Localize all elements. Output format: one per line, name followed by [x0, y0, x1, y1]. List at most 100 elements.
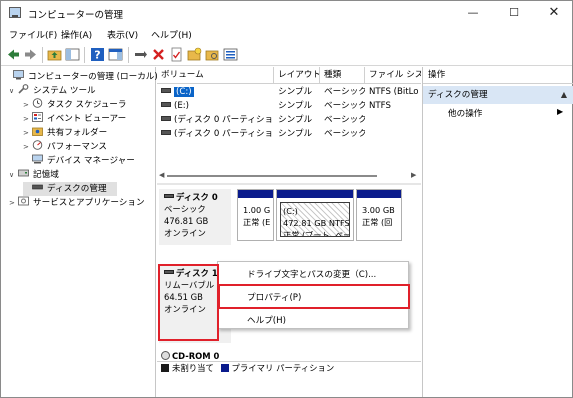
volume-type: ベーシック [324, 129, 365, 139]
delete-icon[interactable] [151, 47, 166, 62]
disk-name: ディスク 0 [176, 192, 218, 202]
disk-legend: 未割り当て プライマリ パーティション [157, 361, 421, 374]
maximize-button[interactable]: ☐ [494, 1, 534, 25]
tree-item-label: タスク スケジューラ [47, 100, 127, 110]
volume-type: ベーシック [324, 101, 365, 111]
services-icon [18, 196, 29, 206]
menu-item-change-drive-letter[interactable]: ドライブ文字とパスの変更（C)... [247, 269, 376, 281]
menu-file[interactable]: ファイル(F) [9, 28, 57, 41]
partition-size: 3.00 GB [362, 205, 395, 215]
tree-item-system-tools[interactable]: ∨ システム ツール [9, 84, 96, 98]
tree-item-label: 共有フォルダー [47, 128, 108, 138]
volume-row[interactable]: (ディスク 0 パーティション 1) シンプル ベーシック [157, 113, 421, 127]
partition-status: 正常 (E [243, 217, 270, 227]
scroll-left-icon[interactable]: ◀ [159, 171, 164, 179]
tree-item-computer-management[interactable]: コンピューターの管理 (ローカル) [4, 70, 158, 84]
up-folder-icon[interactable] [47, 47, 62, 62]
tree-item-device-manager[interactable]: デバイス マネージャー [23, 154, 135, 168]
list-view-icon[interactable] [223, 47, 238, 62]
connect-icon[interactable] [133, 47, 148, 62]
volume-row[interactable]: (E:) シンプル ベーシック NTFS [157, 99, 421, 113]
back-icon[interactable] [6, 47, 21, 62]
actions-header: 操作 [423, 67, 573, 84]
column-file-system[interactable]: ファイル シス [365, 67, 421, 84]
tree-item-label: システム ツール [33, 86, 96, 96]
tree-expander[interactable]: > [9, 196, 18, 210]
horizontal-scrollbar[interactable]: ◀ ▶ [157, 171, 421, 180]
window-title: コンピューターの管理 [28, 10, 124, 21]
menu-action[interactable]: 操作(A) [61, 28, 92, 41]
column-volume[interactable]: ボリューム [157, 67, 274, 84]
device-manager-icon [32, 154, 43, 164]
partition-recovery[interactable]: 3.00 GB 正常 (回 [356, 189, 402, 241]
svg-text:?: ? [94, 49, 100, 62]
tree-expander[interactable]: > [23, 112, 32, 126]
tree-expander[interactable]: ∨ [9, 168, 18, 182]
actions-section-disk-management[interactable]: ディスクの管理 ▲ [423, 86, 573, 104]
show-hide-pane-icon[interactable] [108, 47, 123, 62]
tree-item-services-applications[interactable]: > サービスとアプリケーション [9, 196, 145, 210]
legend-primary: プライマリ パーティション [231, 363, 335, 373]
partition-c[interactable]: (C:) 472.81 GB NTFS 正常 (ブート, ペー [276, 189, 354, 241]
tree-item-shared-folders[interactable]: > 共有フォルダー [23, 126, 107, 140]
tree-expander[interactable]: > [23, 98, 32, 112]
tree-item-event-viewer[interactable]: > イベント ビューアー [23, 112, 126, 126]
collapse-up-icon[interactable]: ▲ [561, 86, 567, 104]
partition-label: (C:) [283, 206, 298, 216]
new-folder-icon[interactable] [187, 47, 202, 62]
console-tree-icon[interactable] [65, 47, 80, 62]
event-viewer-icon [32, 112, 43, 122]
volume-layout: シンプル [278, 129, 313, 139]
partition-efi[interactable]: 1.00 GB 正常 (E [237, 189, 274, 241]
clock-icon [32, 98, 43, 108]
volume-icon [161, 102, 171, 107]
column-layout[interactable]: レイアウト [274, 67, 320, 84]
disk-0-label[interactable]: ディスク 0 ベーシック 476.81 GB オンライン [159, 189, 231, 245]
disk-status: オンライン [164, 228, 206, 238]
check-document-icon[interactable] [169, 47, 184, 62]
menu-item-help[interactable]: ヘルプ(H) [247, 315, 286, 327]
tree-item-performance[interactable]: > パフォーマンス [23, 140, 107, 154]
properties-folder-icon[interactable] [205, 47, 220, 62]
help-icon[interactable]: ? [90, 47, 105, 62]
cdrom-label[interactable]: CD-ROM 0 [161, 351, 219, 361]
submenu-arrow-icon[interactable]: ▶ [557, 107, 563, 116]
disk-size: 476.81 GB [164, 216, 209, 226]
tree-expander[interactable]: ∨ [9, 84, 18, 98]
menu-help[interactable]: ヘルプ(H) [151, 28, 192, 41]
partition-bar [357, 190, 401, 198]
storage-icon [18, 169, 29, 177]
volume-fs: NTFS [369, 101, 391, 111]
menu-view[interactable]: 表示(V) [107, 28, 138, 41]
tree-expander[interactable]: > [23, 126, 32, 140]
tree-item-disk-management[interactable]: ディスクの管理 [23, 182, 117, 196]
forward-icon[interactable] [23, 47, 38, 62]
action-more-actions[interactable]: 他の操作 [448, 107, 482, 119]
minimize-button[interactable]: — [453, 1, 493, 25]
disk-type: ベーシック [164, 204, 206, 214]
legend-swatch-primary [220, 364, 229, 372]
column-type[interactable]: 種類 [320, 67, 365, 84]
volume-row[interactable]: (ディスク 0 パーティション 4) シンプル ベーシック [157, 127, 421, 141]
partition-bar [238, 190, 273, 198]
tree-item-storage[interactable]: ∨ 記憶域 [9, 168, 59, 182]
close-button[interactable]: ✕ [534, 1, 573, 25]
toolbar-separator [84, 47, 85, 63]
disk-management-icon [32, 184, 43, 190]
tree-expander[interactable]: > [23, 140, 32, 154]
tree-item-label: パフォーマンス [47, 142, 107, 152]
shared-folder-icon [32, 127, 43, 136]
scroll-thumb[interactable] [167, 175, 377, 177]
volume-row[interactable]: (C:) シンプル ベーシック NTFS (BitLo [157, 85, 421, 99]
volume-name: (E:) [174, 101, 190, 111]
volume-icon [161, 130, 171, 135]
volume-icon [161, 116, 171, 121]
scroll-right-icon[interactable]: ▶ [411, 171, 416, 179]
partition-status: 正常 (ブート, ペー [283, 230, 350, 237]
actions-pane: 操作 ディスクの管理 ▲ 他の操作 ▶ [422, 67, 573, 397]
tree-item-label: デバイス マネージャー [47, 156, 135, 166]
tree-item-task-scheduler[interactable]: > タスク スケジューラ [23, 98, 126, 112]
volume-layout: シンプル [278, 87, 313, 97]
toolbar-separator [128, 47, 129, 63]
disk-management-pane: ボリューム レイアウト 種類 ファイル シス (C:) シンプル ベーシック N… [157, 67, 421, 397]
